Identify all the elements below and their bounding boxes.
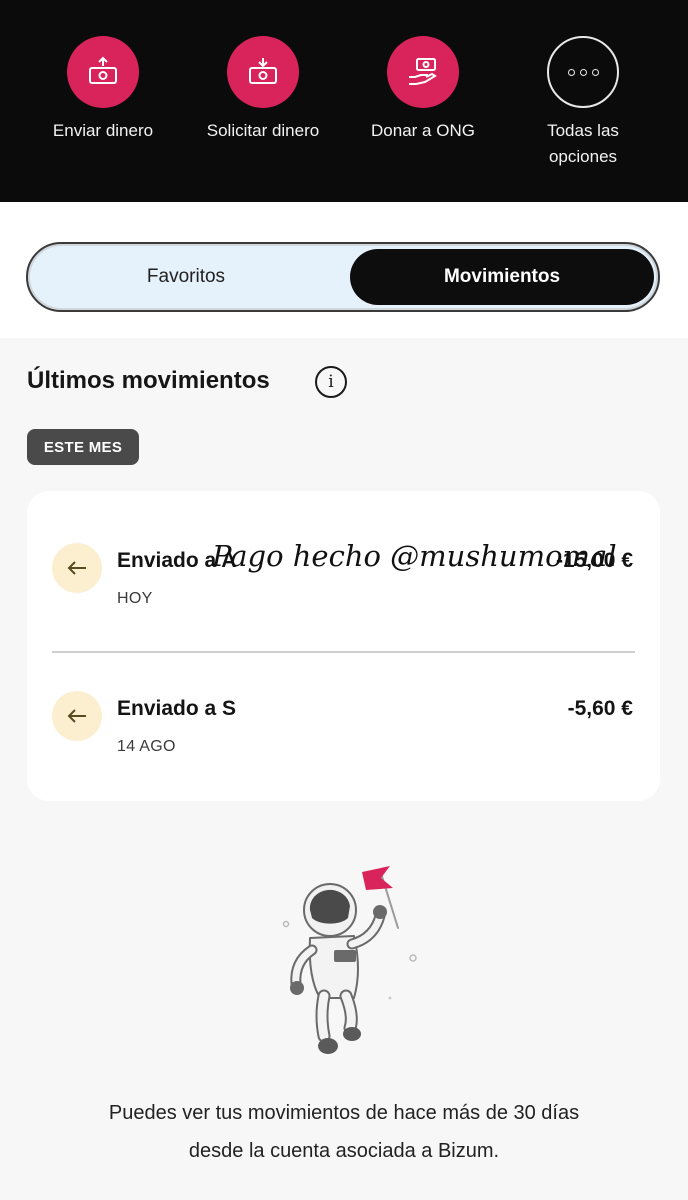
- send-money-action[interactable]: Enviar dinero: [28, 36, 178, 144]
- transaction-date: HOY: [117, 590, 153, 607]
- arrow-left-icon: [52, 543, 102, 593]
- tab-switcher-area: Favoritos Movimientos: [0, 202, 688, 338]
- donate-action[interactable]: Donar a ONG: [348, 36, 498, 144]
- transactions-card: Enviado a A HOY -15,00 € Enviado a S 14 …: [27, 491, 660, 801]
- all-options-label: Todas las opciones: [547, 121, 619, 166]
- divider: [52, 651, 635, 653]
- request-money-action[interactable]: Solicitar dinero: [188, 36, 338, 144]
- more-dots-icon[interactable]: [547, 36, 619, 108]
- transaction-date: 14 AGO: [117, 738, 176, 755]
- donate-label: Donar a ONG: [371, 121, 475, 140]
- donate-icon[interactable]: [387, 36, 459, 108]
- quick-actions-bar: Enviar dinero Solicitar dinero Donar a O…: [0, 0, 688, 202]
- request-money-label: Solicitar dinero: [206, 121, 320, 140]
- transaction-row[interactable]: Enviado a S 14 AGO -5,60 €: [27, 677, 660, 787]
- send-money-label: Enviar dinero: [52, 121, 154, 140]
- tab-switcher: Favoritos Movimientos: [26, 242, 660, 312]
- tab-favorites[interactable]: Favoritos: [36, 249, 336, 305]
- tab-movements[interactable]: Movimientos: [350, 249, 654, 305]
- arrow-left-icon: [52, 691, 102, 741]
- send-money-icon[interactable]: [67, 36, 139, 108]
- period-badge: ESTE MES: [27, 429, 139, 465]
- history-info-text: Puedes ver tus movimientos de hace más d…: [108, 1102, 580, 1162]
- transaction-name: Enviado a S: [117, 697, 237, 720]
- request-money-icon[interactable]: [227, 36, 299, 108]
- section-title: Últimos movimientos: [27, 367, 270, 394]
- info-icon[interactable]: i: [315, 366, 347, 398]
- all-options-action[interactable]: Todas las opciones: [508, 36, 658, 170]
- handwritten-overlay-note: Pago hecho @mushumomal: [212, 539, 617, 573]
- astronaut-illustration: [250, 858, 440, 1068]
- transaction-amount: -5,60 €: [567, 697, 633, 720]
